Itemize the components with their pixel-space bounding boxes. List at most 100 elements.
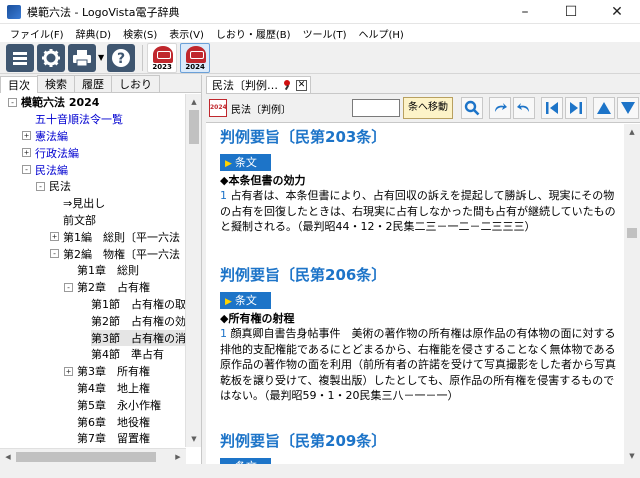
close-icon[interactable]: ✕ xyxy=(594,0,640,24)
toolbar: ▼ ? 2023 2024 xyxy=(0,42,640,74)
tree-item[interactable]: 第7章 留置権 xyxy=(0,430,186,447)
triangle-down-icon xyxy=(621,102,635,114)
scroll-down-button[interactable] xyxy=(617,97,639,119)
tab-search[interactable]: 検索 xyxy=(37,75,75,92)
menu-list-button[interactable] xyxy=(6,43,34,72)
dict-year-label: 2024 xyxy=(185,62,205,71)
menu-search[interactable]: 検索(S) xyxy=(117,26,163,41)
collapse-icon[interactable]: - xyxy=(36,181,45,191)
tree-item[interactable]: + 第3章 所有権 xyxy=(0,363,186,380)
scroll-up-button[interactable] xyxy=(593,97,615,119)
tree-item[interactable]: 第6章 地役権 xyxy=(0,413,186,430)
scroll-left-arrow-icon[interactable]: ◀ xyxy=(0,449,16,465)
tree-item[interactable]: 前文部 xyxy=(0,212,186,229)
tree-item[interactable]: + 憲法編 xyxy=(0,128,186,145)
ruling-text: 顔真卿自書告身帖事件 美術の著作物の所有権は原作品の有体物の面に対する排他的支配… xyxy=(220,327,616,402)
collapse-icon[interactable]: - xyxy=(8,97,17,107)
dictionary-icon: 2024 xyxy=(209,99,227,117)
article-text-label: 条文 xyxy=(234,156,257,169)
tree-item[interactable]: 第1章 総則 xyxy=(0,262,186,279)
maximize-icon[interactable]: ☐ xyxy=(548,0,594,24)
scroll-up-arrow-icon[interactable]: ▲ xyxy=(186,94,202,110)
tree-item[interactable]: - 民法編 xyxy=(0,161,186,178)
tree-item[interactable]: 五十音順法令一覧 xyxy=(0,111,186,128)
tree-item[interactable]: - 第2章 占有権 xyxy=(0,279,186,296)
tree-item-label: 行政法編 xyxy=(35,146,79,160)
collapse-icon[interactable]: - xyxy=(64,282,73,292)
back-button[interactable] xyxy=(513,97,535,119)
content-vertical-scrollbar[interactable]: ▲ ▼ xyxy=(624,124,640,464)
scrollbar-thumb[interactable] xyxy=(627,228,637,238)
tree-horizontal-scrollbar[interactable]: ◀ ▶ xyxy=(0,448,186,464)
tab-history[interactable]: 履歴 xyxy=(74,75,112,92)
print-button[interactable] xyxy=(68,43,96,72)
list-icon xyxy=(13,51,27,65)
next-item-button[interactable] xyxy=(565,97,587,119)
previous-item-button[interactable] xyxy=(541,97,563,119)
dict-button-2023[interactable]: 2023 xyxy=(147,42,178,73)
tree-item-label: ⇒見出し xyxy=(63,197,106,211)
ruling-section: 判例要旨〔民第209条〕 ▶条文 xyxy=(220,430,618,464)
settings-button[interactable] xyxy=(37,43,65,72)
tree-item[interactable]: 第5章 永小作権 xyxy=(0,396,186,413)
tree-item[interactable]: 第3節 占有権の消 xyxy=(0,329,186,346)
close-tab-icon[interactable]: ✕ xyxy=(296,79,307,91)
tree-item[interactable]: - 民法 xyxy=(0,178,186,195)
expand-icon[interactable]: + xyxy=(22,148,31,158)
scrollbar-thumb[interactable] xyxy=(189,110,199,144)
menu-help[interactable]: ヘルプ(H) xyxy=(352,26,409,41)
menu-bar: ファイル(F) 辞典(D) 検索(S) 表示(V) しおり・履歴(B) ツール(… xyxy=(0,24,640,42)
scroll-up-arrow-icon[interactable]: ▲ xyxy=(624,124,640,140)
scrollbar-thumb[interactable] xyxy=(16,452,156,462)
collapse-icon[interactable]: - xyxy=(50,249,59,259)
dict-button-2024[interactable]: 2024 xyxy=(180,42,211,73)
forward-button[interactable] xyxy=(489,97,511,119)
ruling-number: 1 xyxy=(220,189,227,202)
tree-item[interactable]: 第2節 占有権の効 xyxy=(0,312,186,329)
tree-item[interactable]: - 第2編 物権〔平一六法 xyxy=(0,245,186,262)
collapse-icon[interactable]: - xyxy=(22,165,31,175)
search-button[interactable] xyxy=(461,97,483,119)
tree-item[interactable]: + 第1編 総則〔平一六法 xyxy=(0,228,186,245)
menu-file[interactable]: ファイル(F) xyxy=(4,26,70,41)
ruling-title: ◆所有権の射程 xyxy=(220,312,295,325)
goto-article-button[interactable]: 条へ移動 xyxy=(403,97,453,119)
svg-text:?: ? xyxy=(117,51,125,67)
contents-tree: - 模範六法 2024 五十音順法令一覧 + 憲法編 + 行政法編 - 民法編 - 民法 ⇒見出し 前文… xyxy=(0,94,186,464)
expand-icon[interactable]: + xyxy=(50,232,59,242)
document-tab[interactable]: 民法〔判例… ✕ xyxy=(206,76,311,93)
minimize-icon[interactable]: – xyxy=(502,0,548,24)
ruling-body: 1 顔真卿自書告身帖事件 美術の著作物の所有権は原作品の有体物の面に対する排他的… xyxy=(220,326,618,404)
previous-icon xyxy=(546,102,558,114)
book-icon xyxy=(153,45,174,63)
toolbar-separator xyxy=(142,44,144,71)
article-text-button[interactable]: ▶条文 xyxy=(220,458,271,464)
help-button[interactable]: ? xyxy=(107,43,136,72)
menu-view[interactable]: 表示(V) xyxy=(163,26,210,41)
tree-vertical-scrollbar[interactable]: ▲ ▼ xyxy=(185,94,201,447)
tree-item[interactable]: 第4節 準占有 xyxy=(0,346,186,363)
tree-item[interactable]: - 模範六法 2024 xyxy=(0,94,186,111)
scroll-down-arrow-icon[interactable]: ▼ xyxy=(186,431,202,447)
scroll-down-arrow-icon[interactable]: ▼ xyxy=(624,448,640,464)
article-number-input[interactable] xyxy=(352,99,400,117)
tree-item-label: 第4節 準占有 xyxy=(91,348,164,362)
article-text-button[interactable]: ▶条文 xyxy=(220,292,271,309)
article-text-button[interactable]: ▶条文 xyxy=(220,154,271,171)
tab-bookmarks[interactable]: しおり xyxy=(111,75,160,92)
ruling-title: ◆本条但書の効力 xyxy=(220,174,306,187)
tree-item[interactable]: 第4章 地上権 xyxy=(0,380,186,397)
pin-icon[interactable] xyxy=(282,80,292,90)
tree-item[interactable]: ⇒見出し xyxy=(0,195,186,212)
expand-icon[interactable]: + xyxy=(64,366,73,376)
tab-contents[interactable]: 目次 xyxy=(0,76,38,93)
menu-tools[interactable]: ツール(T) xyxy=(297,26,353,41)
menu-dictionary[interactable]: 辞典(D) xyxy=(70,26,118,41)
tree-item[interactable]: + 行政法編 xyxy=(0,144,186,161)
tree-item-label: 第2編 物権〔平一六法 xyxy=(63,247,180,261)
tree-item[interactable]: 第1節 占有権の取 xyxy=(0,296,186,313)
menu-bookmarks-history[interactable]: しおり・履歴(B) xyxy=(210,26,297,41)
print-dropdown-icon[interactable]: ▼ xyxy=(98,53,104,62)
scroll-right-arrow-icon[interactable]: ▶ xyxy=(170,449,186,465)
expand-icon[interactable]: + xyxy=(22,131,31,141)
